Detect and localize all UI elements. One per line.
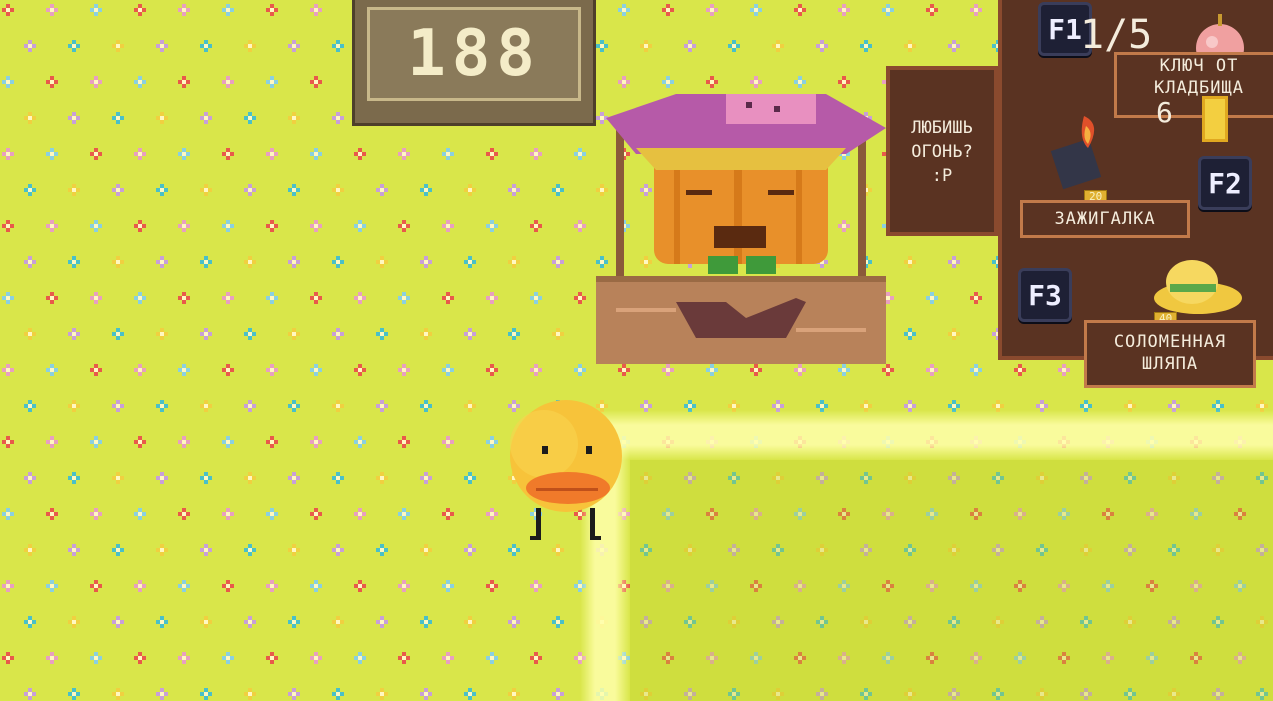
light-path-horizontal xyxy=(600,410,1273,460)
coin-icon xyxy=(1202,96,1228,142)
pumpkin-merchant[interactable] xyxy=(654,154,828,274)
grass-patch xyxy=(630,460,1273,701)
lighter-icon[interactable] xyxy=(1044,108,1114,192)
sign-line-2: ОГОНЬ? xyxy=(911,142,973,162)
straw-hat-icon[interactable] xyxy=(1152,254,1244,316)
score-panel: 188 xyxy=(367,7,581,101)
merchant-hat xyxy=(606,94,886,170)
item-label-graveyard-key: КЛЮЧ ОТ КЛАДБИЩА xyxy=(1114,52,1273,118)
shop-panel: F1 1/5 КЛЮЧ ОТ КЛАДБИЩА 6 20 ЗАЖИГАЛКА F… xyxy=(998,0,1273,360)
sign-line-3: :Р xyxy=(931,166,953,186)
item-name-line-1: СОЛОМЕННАЯ xyxy=(1113,332,1227,352)
f3-key[interactable]: F3 xyxy=(1018,268,1072,322)
duck-eye-right xyxy=(586,446,592,454)
duck-player[interactable] xyxy=(500,400,632,550)
duck-eye-left xyxy=(542,446,548,454)
item-name-line-1: КЛЮЧ ОТ xyxy=(1159,56,1239,76)
graveyard-key-price: 6 xyxy=(1156,96,1173,129)
pumpkin-merchant-stall[interactable] xyxy=(596,88,886,364)
sign-line-1: ЛЮБИШЬ xyxy=(911,118,973,138)
item-name: ЗАЖИГАЛКА xyxy=(1054,209,1156,229)
item-label-straw-hat: СОЛОМЕННАЯ ШЛЯПА xyxy=(1084,320,1256,388)
merchant-sign: ЛЮБИШЬ ОГОНЬ? :Р xyxy=(886,66,998,236)
item-label-lighter: ЗАЖИГАЛКА xyxy=(1020,200,1190,238)
stall-pole-right xyxy=(858,128,866,278)
stall-counter xyxy=(596,276,886,364)
stall-pole-left xyxy=(616,128,624,278)
item-name-line-2: КЛАДБИЩА xyxy=(1154,78,1244,98)
score-value: 188 xyxy=(407,17,541,91)
score-board: 188 xyxy=(352,0,596,126)
item-name-line-2: ШЛЯПА xyxy=(1141,354,1199,374)
f2-key[interactable]: F2 xyxy=(1198,156,1252,210)
